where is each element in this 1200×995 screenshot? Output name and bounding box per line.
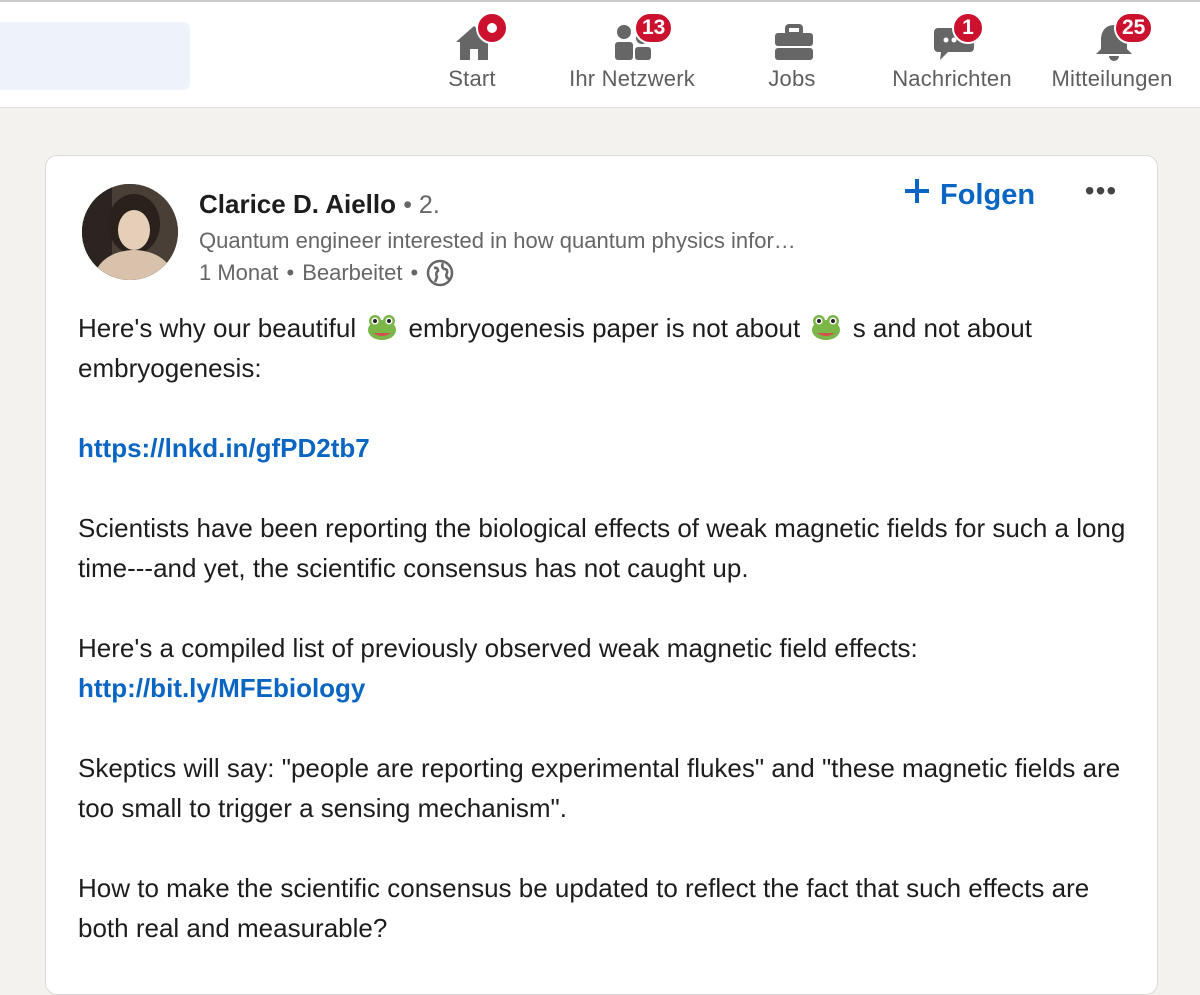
- post-text: Here's why our beautiful embryogenesis p…: [78, 308, 1138, 988]
- author-name[interactable]: Clarice D. Aiello • 2.: [199, 189, 440, 220]
- frog-icon: [367, 311, 397, 340]
- nav-label-start: Start: [448, 66, 496, 91]
- post-text-segment: embryogenesis paper is not about: [401, 313, 808, 343]
- notifications-badge: 25: [1114, 12, 1154, 44]
- briefcase-icon: [768, 8, 816, 64]
- post-paragraph: Skeptics will say: "people are reporting…: [78, 753, 1121, 823]
- home-icon: [448, 8, 508, 64]
- top-navigation-bar: Start 13 Ihr Netzwerk Jobs 1 Nachrichten…: [0, 0, 1200, 108]
- frog-icon: [811, 311, 841, 340]
- post-text-segment: Here's a compiled list of previously obs…: [78, 633, 918, 663]
- post-link-paper[interactable]: https://lnkd.in/gfPD2tb7: [78, 433, 370, 463]
- post-paragraph: https://lnkd.in/gfPD2tb7: [78, 428, 1138, 468]
- follow-label: Folgen: [940, 178, 1036, 211]
- meta-separator: •: [286, 260, 295, 285]
- post-text-segment: Here's why our beautiful: [78, 313, 364, 343]
- nav-item-start[interactable]: Start: [440, 8, 508, 108]
- nav-label-messaging: Nachrichten: [892, 66, 1012, 91]
- post-link-list[interactable]: http://bit.ly/MFEbiology: [78, 673, 365, 703]
- post-paragraph: Scientists have been reporting the biolo…: [78, 513, 1126, 583]
- nav-label-notifications: Mitteilungen: [1051, 66, 1173, 91]
- post-meta: 1 Monat • Bearbeitet •: [199, 259, 454, 287]
- nav-item-jobs[interactable]: Jobs: [760, 8, 824, 108]
- nav-item-messaging[interactable]: 1 Nachrichten: [882, 8, 1022, 108]
- network-icon: 13: [608, 8, 674, 64]
- follow-button[interactable]: Folgen: [904, 178, 1035, 212]
- search-input[interactable]: [0, 22, 190, 90]
- more-options-button[interactable]: •••: [1082, 176, 1120, 216]
- messaging-icon: 1: [928, 8, 984, 64]
- nav-label-network: Ihr Netzwerk: [569, 66, 695, 91]
- notification-dot: [476, 12, 508, 44]
- globe-icon: [426, 259, 454, 287]
- bell-icon: 25: [1088, 8, 1154, 64]
- post-paragraph: Here's why our beautiful embryogenesis p…: [78, 308, 1138, 388]
- author-avatar[interactable]: [82, 184, 178, 280]
- meta-separator: •: [410, 260, 419, 285]
- post-time: 1 Monat: [199, 260, 279, 285]
- author-headline: Quantum engineer interested in how quant…: [199, 228, 796, 253]
- connection-degree: • 2.: [403, 191, 440, 219]
- plus-icon: [904, 178, 930, 212]
- author-name-text[interactable]: Clarice D. Aiello: [199, 189, 396, 219]
- nav-item-notifications[interactable]: 25 Mitteilungen: [1040, 8, 1184, 108]
- nav-item-network[interactable]: 13 Ihr Netzwerk: [558, 8, 706, 108]
- nav-label-jobs: Jobs: [768, 66, 816, 91]
- post-paragraph: How to make the scientific consensus be …: [78, 873, 1090, 943]
- post-card: Clarice D. Aiello • 2. Quantum engineer …: [45, 155, 1158, 995]
- edited-label: Bearbeitet: [302, 260, 403, 285]
- messaging-badge: 1: [952, 12, 984, 44]
- network-badge: 13: [634, 12, 674, 44]
- post-paragraph: Here's a compiled list of previously obs…: [78, 628, 1138, 708]
